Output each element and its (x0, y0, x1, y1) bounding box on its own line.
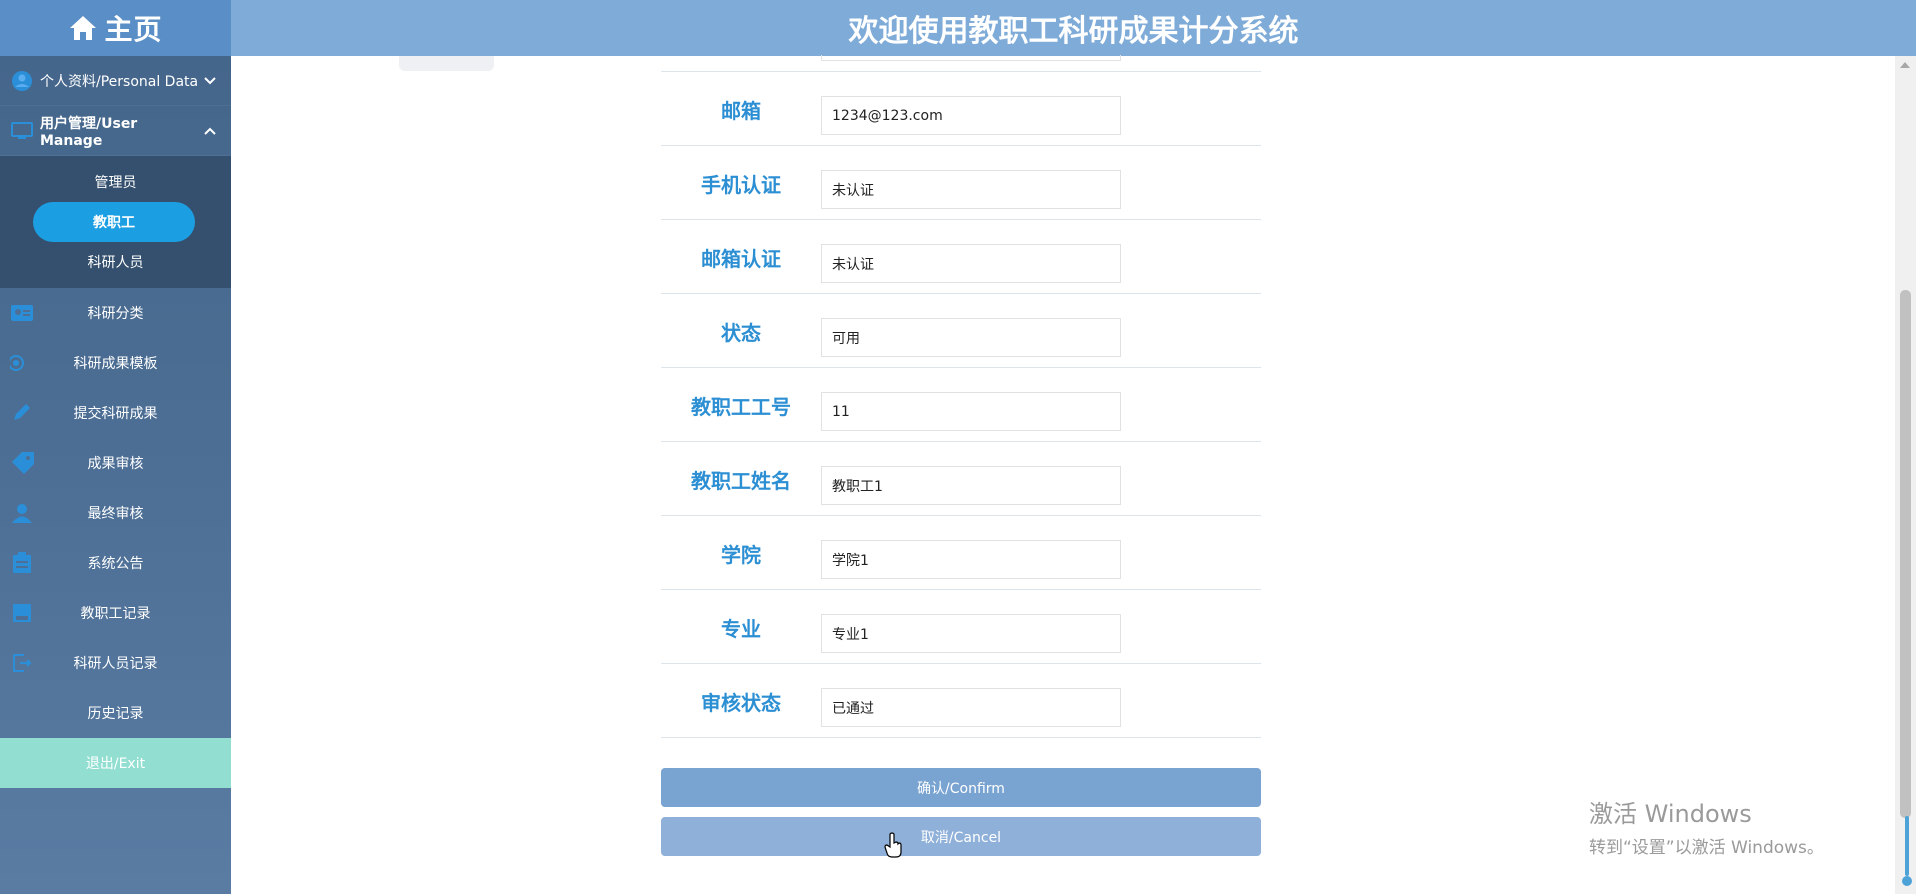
field-label: 专业 (721, 616, 761, 641)
sidebar-item-researcher-record[interactable]: 科研人员记录 (0, 638, 231, 688)
sidebar: 个人资料/Personal Data 用户管理/User Manage 管理员 … (0, 56, 231, 894)
hand-cursor-icon (884, 832, 902, 858)
card-fragment (399, 56, 494, 71)
home-link[interactable]: 主页 (0, 0, 231, 56)
form-row: 邮箱认证 (661, 220, 1261, 294)
field-label: 学院 (721, 542, 761, 567)
chevron-up-icon (204, 127, 216, 135)
confirm-button[interactable]: 确认/Confirm (661, 768, 1261, 807)
form-row: 教职工姓名 (661, 442, 1261, 516)
sidebar-item-result-template[interactable]: 科研成果模板 (0, 338, 231, 388)
scroll-up-arrow-icon[interactable] (1900, 62, 1910, 68)
id-card-icon (11, 305, 33, 321)
pencil-icon (14, 404, 30, 420)
sidebar-item-user-manage[interactable]: 用户管理/User Manage (0, 106, 231, 156)
field-label: 审核状态 (701, 690, 781, 715)
form-row: 邮箱 (661, 72, 1261, 146)
sidebar-item-result-review[interactable]: 成果审核 (0, 438, 231, 488)
staff-id-field[interactable] (821, 392, 1121, 431)
sidebar-item-personal-data[interactable]: 个人资料/Personal Data (0, 56, 231, 106)
review-status-field[interactable] (821, 688, 1121, 727)
top-header: 主页 欢迎使用教职工科研成果计分系统 (0, 0, 1916, 56)
major-field[interactable] (821, 614, 1121, 653)
staff-name-field[interactable] (821, 466, 1121, 505)
form-row: 专业 (661, 590, 1261, 664)
field-label: 状态 (721, 320, 761, 345)
input-fragment (821, 55, 1121, 61)
clipboard-icon (13, 552, 31, 573)
sidebar-item-submit-result[interactable]: 提交科研成果 (0, 388, 231, 438)
field-label: 邮箱 (721, 98, 761, 123)
field-label: 手机认证 (701, 172, 781, 197)
sidebar-item-final-review[interactable]: 最终审核 (0, 488, 231, 538)
sidebar-subitem-staff[interactable]: 教职工 (33, 202, 195, 242)
sidebar-item-label: 历史记录 (87, 706, 144, 722)
chevron-down-icon (204, 76, 216, 84)
monitor-icon (11, 121, 33, 139)
sidebar-subitem-admin[interactable]: 管理员 (0, 162, 231, 202)
sidebar-item-staff-record[interactable]: 教职工记录 (0, 588, 231, 638)
scroll-thumb[interactable] (1900, 290, 1911, 818)
form-row: 审核状态 (661, 664, 1261, 738)
home-label: 主页 (104, 13, 163, 46)
form-row: 教职工工号 (661, 368, 1261, 442)
vertical-scrollbar[interactable] (1895, 56, 1916, 894)
windows-activation-watermark: 激活 Windows 转到“设置”以激活 Windows。 (1589, 794, 1824, 858)
sidebar-subitem-researcher[interactable]: 科研人员 (0, 242, 231, 282)
watermark-subtitle: 转到“设置”以激活 Windows。 (1589, 838, 1824, 858)
logout-arrow-icon (13, 654, 32, 672)
staff-edit-form: 邮箱 手机认证 邮箱认证 状态 教职工工号 教职工姓名 学院 专业 审核状态 (661, 55, 1261, 738)
form-row-partial (661, 55, 1261, 72)
user-circle-icon (12, 70, 32, 91)
phone-verify-field[interactable] (821, 170, 1121, 209)
user-manage-submenu: 管理员 教职工 科研人员 (0, 156, 231, 288)
user-group-icon (12, 504, 32, 523)
field-label: 教职工姓名 (691, 468, 791, 493)
sidebar-item-label: 个人资料/Personal Data (40, 73, 199, 90)
status-field[interactable] (821, 318, 1121, 357)
email-field[interactable] (821, 96, 1121, 135)
watermark-title: 激活 Windows (1589, 800, 1752, 828)
field-label: 教职工工号 (691, 394, 791, 419)
thermometer-icon (1902, 816, 1912, 886)
home-icon (70, 16, 97, 40)
tag-icon (12, 452, 34, 474)
book-icon (13, 604, 31, 622)
college-field[interactable] (821, 540, 1121, 579)
email-verify-field[interactable] (821, 244, 1121, 283)
sidebar-item-history[interactable]: 历史记录 (0, 688, 231, 738)
exit-button[interactable]: 退出/Exit (0, 738, 231, 788)
field-label: 邮箱认证 (701, 246, 781, 271)
page-title: 欢迎使用教职工科研成果计分系统 (848, 14, 1299, 49)
sidebar-item-announcement[interactable]: 系统公告 (0, 538, 231, 588)
sidebar-item-research-category[interactable]: 科研分类 (0, 288, 231, 338)
cancel-button[interactable]: 取消/Cancel (661, 817, 1261, 856)
form-row: 手机认证 (661, 146, 1261, 220)
form-row: 学院 (661, 516, 1261, 590)
gear-icon (10, 355, 24, 371)
sidebar-item-label: 用户管理/User Manage (40, 115, 138, 149)
form-row: 状态 (661, 294, 1261, 368)
